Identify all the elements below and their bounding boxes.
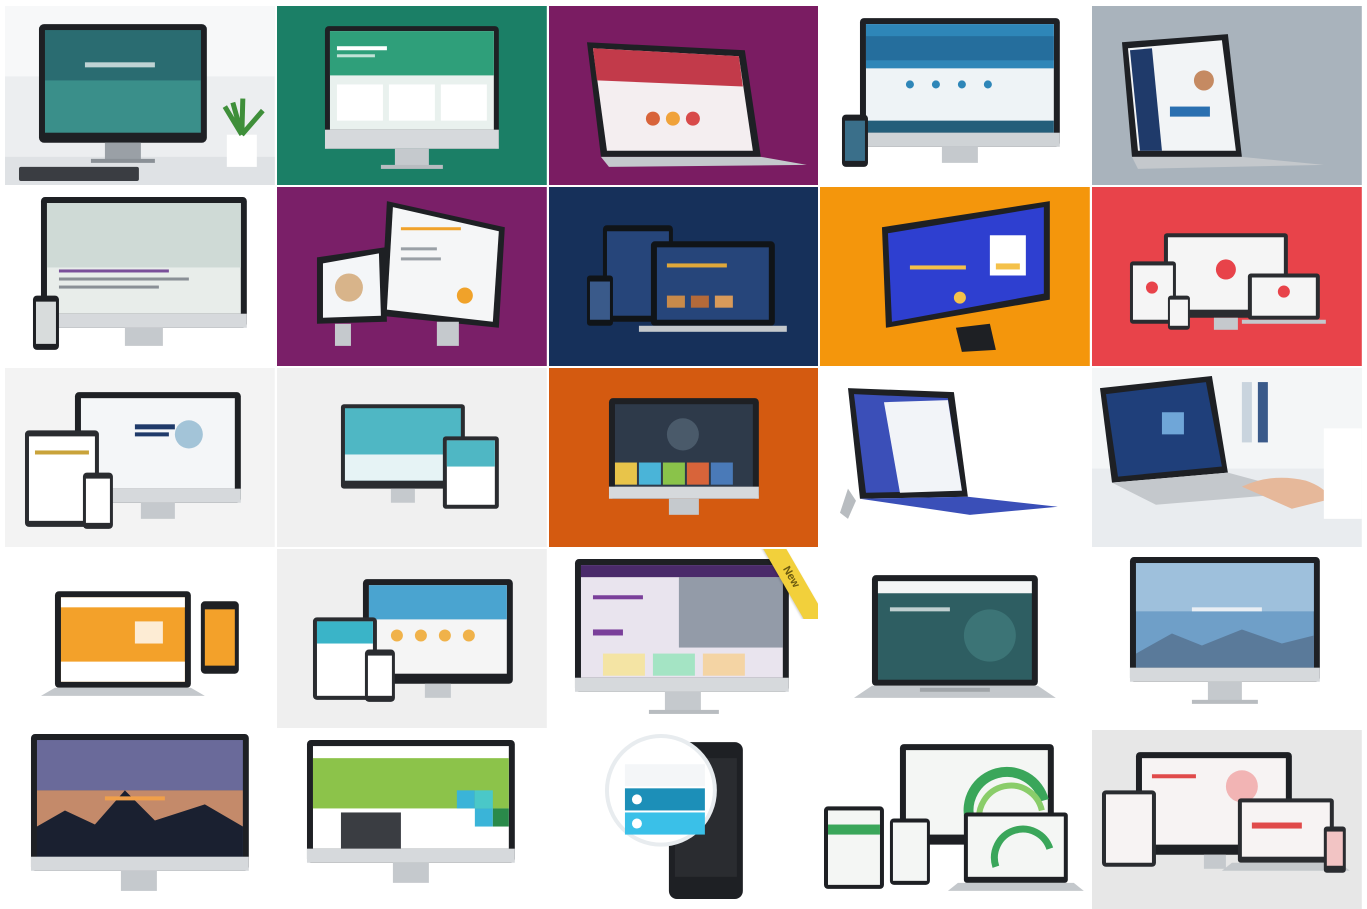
portfolio-tile[interactable] [548, 730, 819, 909]
portfolio-tile[interactable] [5, 549, 275, 728]
portfolio-tile[interactable] [548, 6, 819, 185]
portfolio-tile[interactable] [820, 549, 1091, 728]
new-badge-label: New [755, 549, 819, 619]
portfolio-tile[interactable] [276, 187, 547, 366]
portfolio-tile[interactable] [548, 187, 819, 366]
portfolio-tile[interactable] [276, 368, 547, 547]
portfolio-tile[interactable] [820, 187, 1091, 366]
portfolio-tile[interactable]: New [548, 549, 819, 728]
portfolio-tile[interactable] [276, 730, 547, 909]
portfolio-tile[interactable] [5, 368, 275, 547]
portfolio-tile[interactable] [820, 730, 1091, 909]
portfolio-grid: New [5, 6, 1362, 909]
portfolio-tile[interactable] [1092, 6, 1362, 185]
new-badge: New [748, 549, 819, 619]
portfolio-tile[interactable] [1092, 730, 1362, 909]
portfolio-tile[interactable] [1092, 368, 1362, 547]
portfolio-tile[interactable] [1092, 549, 1362, 728]
portfolio-tile[interactable] [820, 6, 1091, 185]
portfolio-tile[interactable] [548, 368, 819, 547]
portfolio-tile[interactable] [276, 6, 547, 185]
portfolio-tile[interactable] [276, 549, 547, 728]
portfolio-tile[interactable] [5, 730, 275, 909]
portfolio-tile[interactable] [5, 187, 275, 366]
portfolio-tile[interactable] [820, 368, 1091, 547]
portfolio-tile[interactable] [5, 6, 275, 185]
portfolio-tile[interactable] [1092, 187, 1362, 366]
